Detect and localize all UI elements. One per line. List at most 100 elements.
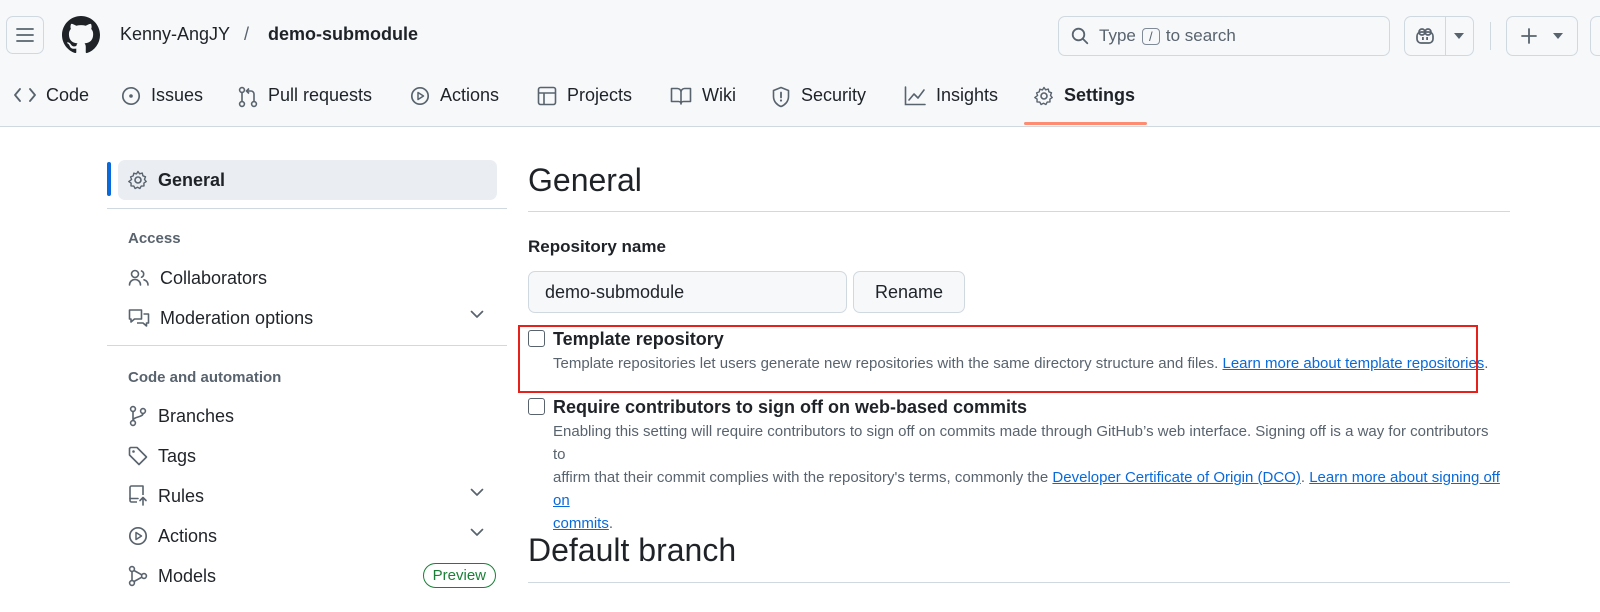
section-divider [528, 211, 1510, 212]
tab-label: Actions [440, 85, 500, 105]
global-bar: Kenny-AngJY / demo-submodule Type / to s… [0, 0, 1600, 70]
chevron-down-icon [470, 528, 484, 536]
tab-insights[interactable]: Insights [904, 78, 998, 127]
signoff-learn-more-link-cont[interactable]: commits [553, 515, 609, 532]
signoff-description: Enabling this setting will require contr… [553, 420, 1503, 535]
template-desc-text: Template repositories let users generate… [553, 355, 1219, 372]
copilot-dropdown-button[interactable] [1446, 17, 1473, 55]
search-input[interactable]: Type / to search [1058, 16, 1390, 56]
sidebar-divider [107, 208, 507, 209]
tab-label: Issues [151, 85, 204, 105]
sidebar-item-label: Tags [158, 445, 197, 466]
repo-name-link[interactable]: demo-submodule [268, 24, 418, 45]
signoff-desc-line1: Enabling this setting will require contr… [553, 423, 1489, 463]
sidebar-divider [107, 345, 507, 346]
template-repository-title: Template repository [553, 329, 724, 349]
ai-model-icon [128, 565, 148, 587]
graph-icon [904, 86, 926, 106]
tab-label: Pull requests [268, 85, 373, 105]
issues-shortcut-button[interactable] [1590, 16, 1600, 56]
repo-push-icon [129, 485, 147, 506]
code-icon [14, 88, 36, 102]
active-tab-indicator [1024, 122, 1147, 125]
repo-tabs: Code Issues Pull requests Actions Projec… [0, 78, 1600, 127]
sidebar-item-moderation-options[interactable]: Moderation options [128, 300, 498, 336]
template-learn-more-link[interactable]: Learn more about template repositories [1222, 355, 1484, 372]
tab-label: Code [46, 85, 90, 105]
tab-issues[interactable]: Issues [121, 78, 203, 127]
search-prefix: Type [1099, 26, 1136, 45]
template-repository-checkbox[interactable] [528, 330, 545, 347]
sidebar-item-branches[interactable]: Branches [128, 398, 498, 434]
copilot-icon [1416, 28, 1434, 44]
header-divider [1490, 22, 1491, 50]
tab-actions[interactable]: Actions [410, 78, 499, 127]
issue-opened-icon [121, 86, 141, 106]
gear-icon [1034, 86, 1053, 106]
tab-pull-requests[interactable]: Pull requests [238, 78, 372, 127]
triangle-down-icon [1454, 33, 1465, 39]
menu-button[interactable] [6, 16, 44, 54]
signoff-desc-end: . [608, 515, 614, 532]
tab-settings[interactable]: Settings [1034, 78, 1135, 127]
sidebar-item-tags[interactable]: Tags [128, 438, 498, 474]
signoff-title: Require contributors to sign off on web-… [553, 397, 1028, 417]
tab-security[interactable]: Security [771, 78, 866, 127]
dco-link[interactable]: Developer Certificate of Origin (DCO) [1052, 469, 1300, 486]
sidebar-item-label: General [158, 169, 226, 190]
rename-button[interactable]: Rename [853, 271, 965, 313]
sidebar-item-label: Moderation options [160, 307, 314, 328]
signoff-checkbox[interactable] [528, 398, 545, 415]
repo-name-input[interactable]: demo-submodule [528, 271, 847, 313]
tab-label: Security [801, 85, 867, 105]
copilot-button[interactable] [1405, 17, 1446, 55]
sidebar-heading-code-automation: Code and automation [128, 369, 282, 386]
sidebar-item-general[interactable]: General [118, 160, 497, 200]
create-new-button[interactable] [1506, 16, 1578, 56]
search-icon [1071, 27, 1089, 45]
people-icon [128, 269, 149, 286]
github-logo-icon[interactable] [62, 16, 100, 54]
sidebar-item-rules[interactable]: Rules [128, 478, 498, 514]
page-title: General [528, 162, 642, 198]
repo-owner-link[interactable]: Kenny-AngJY [120, 24, 230, 45]
repo-name-label: Repository name [528, 237, 666, 256]
shield-icon [772, 86, 790, 108]
sidebar-item-collaborators[interactable]: Collaborators [128, 260, 498, 296]
tab-label: Wiki [702, 85, 736, 105]
tag-icon [128, 446, 148, 466]
search-shortcut-key: / [1141, 27, 1160, 45]
sidebar-item-actions[interactable]: Actions [128, 518, 498, 554]
template-desc-end: . [1484, 355, 1489, 372]
preview-badge: Preview [422, 563, 496, 588]
plus-icon [1521, 28, 1537, 44]
template-repository-description: Template repositories let users generate… [553, 352, 1488, 375]
sidebar-item-models[interactable]: Models Preview [128, 558, 498, 594]
table-icon [537, 86, 557, 106]
comment-discussion-icon [128, 309, 150, 327]
hamburger-icon [16, 28, 34, 42]
tab-label: Settings [1064, 85, 1136, 105]
play-icon [410, 86, 430, 106]
gear-icon [128, 170, 147, 190]
active-item-indicator [107, 162, 111, 196]
sidebar-item-label: Rules [158, 485, 205, 506]
default-branch-title: Default branch [528, 532, 737, 568]
signoff-desc-line2-text: affirm that their commit complies with t… [553, 469, 1049, 486]
tab-code[interactable]: Code [14, 78, 89, 127]
sidebar-item-label: Branches [158, 405, 235, 426]
tab-wiki[interactable]: Wiki [670, 78, 736, 127]
repo-path-separator: / [244, 24, 250, 44]
chevron-down-icon [470, 310, 484, 318]
sidebar-heading-access: Access [128, 230, 181, 247]
search-suffix: to search [1165, 26, 1236, 45]
sidebar-item-label: Collaborators [160, 267, 268, 288]
signoff-desc-line2: affirm that their commit complies with t… [553, 466, 1503, 512]
git-pull-request-icon [238, 86, 258, 108]
sidebar-item-label: Models [158, 565, 217, 586]
tab-label: Projects [567, 85, 633, 105]
git-branch-icon [129, 405, 147, 427]
chevron-down-icon [470, 488, 484, 496]
play-icon [128, 526, 148, 546]
tab-projects[interactable]: Projects [537, 78, 632, 127]
